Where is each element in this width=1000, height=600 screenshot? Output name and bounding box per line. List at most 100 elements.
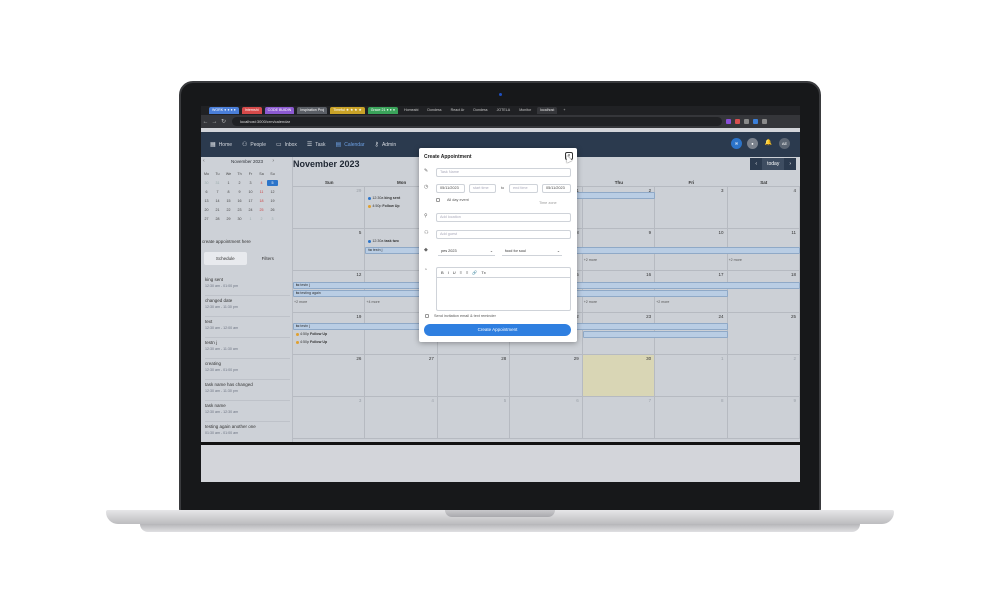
day-cell[interactable]: 26 [293,355,366,396]
calendar-event[interactable]: 12:30a task two [368,239,399,243]
mini-day[interactable]: 1 [223,180,234,186]
day-cell[interactable]: 7 [583,397,656,438]
calendar-event[interactable]: 4:50p Follow Up [368,204,400,208]
day-cell[interactable]: 29 [293,187,366,228]
nav-item-people[interactable]: ⚇ People [242,141,266,149]
mini-day[interactable]: 12 [267,189,278,195]
next-month-button[interactable]: › [784,158,796,170]
menu-icon[interactable] [762,119,767,124]
mini-day[interactable]: 16 [234,198,245,204]
tab-filters[interactable]: Filters [247,252,290,265]
more-link[interactable]: +2 more [294,300,307,304]
mini-day[interactable]: 5 [267,180,278,186]
browser-tab[interactable]: React Ar [448,107,468,114]
mini-day[interactable]: 18 [256,198,267,204]
browser-tab[interactable]: Timeful ★ ★ ★ ★ [330,107,365,114]
tab-schedule[interactable]: Schedule [204,252,247,265]
url-field[interactable]: localhost:3000/crm/calendar [232,117,722,126]
start-date-input[interactable]: 05/11/2023 [436,184,465,193]
day-cell[interactable]: 2 [728,355,800,396]
mini-day[interactable]: 27 [201,216,212,222]
mini-day[interactable]: 7 [212,189,223,195]
task-name-input[interactable]: Task Name [436,168,571,177]
more-link[interactable]: +2 more [584,258,597,262]
list-item[interactable]: task name has changed 12:30 am - 11:30 pm [205,380,290,401]
all-day-checkbox[interactable] [436,198,440,202]
calendar-select[interactable]: pes 2023 ⌄ [438,247,495,256]
browser-tab[interactable]: Dondess [470,107,490,114]
list-item[interactable]: task name 12:30 am - 12:30 am [205,401,290,422]
mail-icon[interactable]: ✉ [731,138,742,149]
mini-day[interactable]: 22 [223,207,234,213]
day-cell[interactable]: 5 [438,397,511,438]
mini-day[interactable]: 4 [256,180,267,186]
create-appointment-button[interactable]: Create Appointment [424,324,571,336]
day-cell[interactable]: 25 [728,313,800,354]
day-cell[interactable]: 3 [655,187,728,228]
nav-item-home[interactable]: ▦ Home [210,141,232,149]
mini-day[interactable]: 23 [234,207,245,213]
user-icon[interactable]: ● [747,138,758,149]
mini-day[interactable]: 3 [245,180,256,186]
category-select[interactable]: food for soul ⌄ [502,247,562,256]
forward-icon[interactable]: → [210,119,219,125]
mini-day[interactable]: 24 [245,207,256,213]
browser-tab[interactable]: Homeabi [401,107,421,114]
mini-day[interactable]: 11 [256,189,267,195]
mini-day[interactable]: 20 [201,207,212,213]
reload-icon[interactable]: ↻ [219,118,228,125]
location-input[interactable]: Add location [436,213,571,222]
day-cell[interactable]: 3 [293,397,366,438]
more-link[interactable]: +2 more [656,300,669,304]
mini-day[interactable]: 2 [234,180,245,186]
timezone-select[interactable]: Time zone [539,201,557,205]
more-link[interactable]: +4 more [366,300,379,304]
day-cell[interactable]: 9 [728,397,800,438]
list-item[interactable]: king sent 12:30 am - 01:00 pm [205,275,290,296]
day-cell[interactable]: 5 [293,229,366,270]
browser-tab[interactable]: CODE BUIDIN [264,107,295,114]
mini-day[interactable]: 1 [245,216,256,222]
day-cell[interactable]: 1 [655,355,728,396]
calendar-event[interactable]: 4:50p Follow Up [296,332,327,336]
clear-format-icon[interactable]: Tx [481,270,485,275]
browser-tab[interactable]: Dondess [424,107,444,114]
avatar[interactable]: AE [779,138,790,149]
day-cell[interactable]: 30 [582,355,656,396]
mini-day[interactable]: 13 [201,198,212,204]
more-link[interactable]: +2 more [584,300,597,304]
more-link[interactable]: +2 more [729,258,742,262]
mini-day[interactable]: 21 [212,207,223,213]
browser-tab[interactable]: Internshi [241,107,262,114]
mini-day[interactable]: 19 [267,198,278,204]
nav-item-admin[interactable]: ⚷ Admin [375,141,397,149]
reminder-checkbox[interactable] [425,314,429,318]
browser-tab[interactable]: WORK ● ● ● ● [209,107,239,114]
mini-day[interactable]: 14 [212,198,223,204]
new-tab-icon[interactable]: + [560,107,568,114]
today-button[interactable]: today [762,158,785,170]
mini-day[interactable]: 30 [234,216,245,222]
mini-day[interactable]: 25 [256,207,267,213]
underline-icon[interactable]: U [453,270,456,275]
extension-icon[interactable] [726,119,731,124]
nav-item-calendar[interactable]: ▤ Calendar [336,141,365,149]
calendar-event[interactable]: 12:30a king sent [368,196,400,200]
mini-day[interactable]: 15 [223,198,234,204]
mini-day[interactable]: 9 [234,189,245,195]
extension-icon[interactable] [735,119,740,124]
day-cell[interactable]: 18 [728,271,800,312]
browser-tab[interactable]: Inspiration Proj [297,107,328,114]
day-cell[interactable]: 29 [510,355,583,396]
mini-day[interactable]: 26 [267,207,278,213]
mini-day[interactable]: 6 [201,189,212,195]
back-icon[interactable]: ← [201,119,210,125]
day-cell[interactable]: 4 [728,187,800,228]
browser-tab[interactable]: Monitor [516,107,534,114]
list-item[interactable]: creating 12:30 am - 01:00 pm [205,359,290,380]
list-item[interactable]: testing again another one 01:30 am - 01:0… [205,422,290,443]
list-item[interactable]: text 12:30 am - 12:00 am [205,317,290,338]
mini-day[interactable]: 30 [201,180,212,186]
extension-icon[interactable] [753,119,758,124]
list-item[interactable]: testn j 12:30 am - 11:30 am [205,338,290,359]
